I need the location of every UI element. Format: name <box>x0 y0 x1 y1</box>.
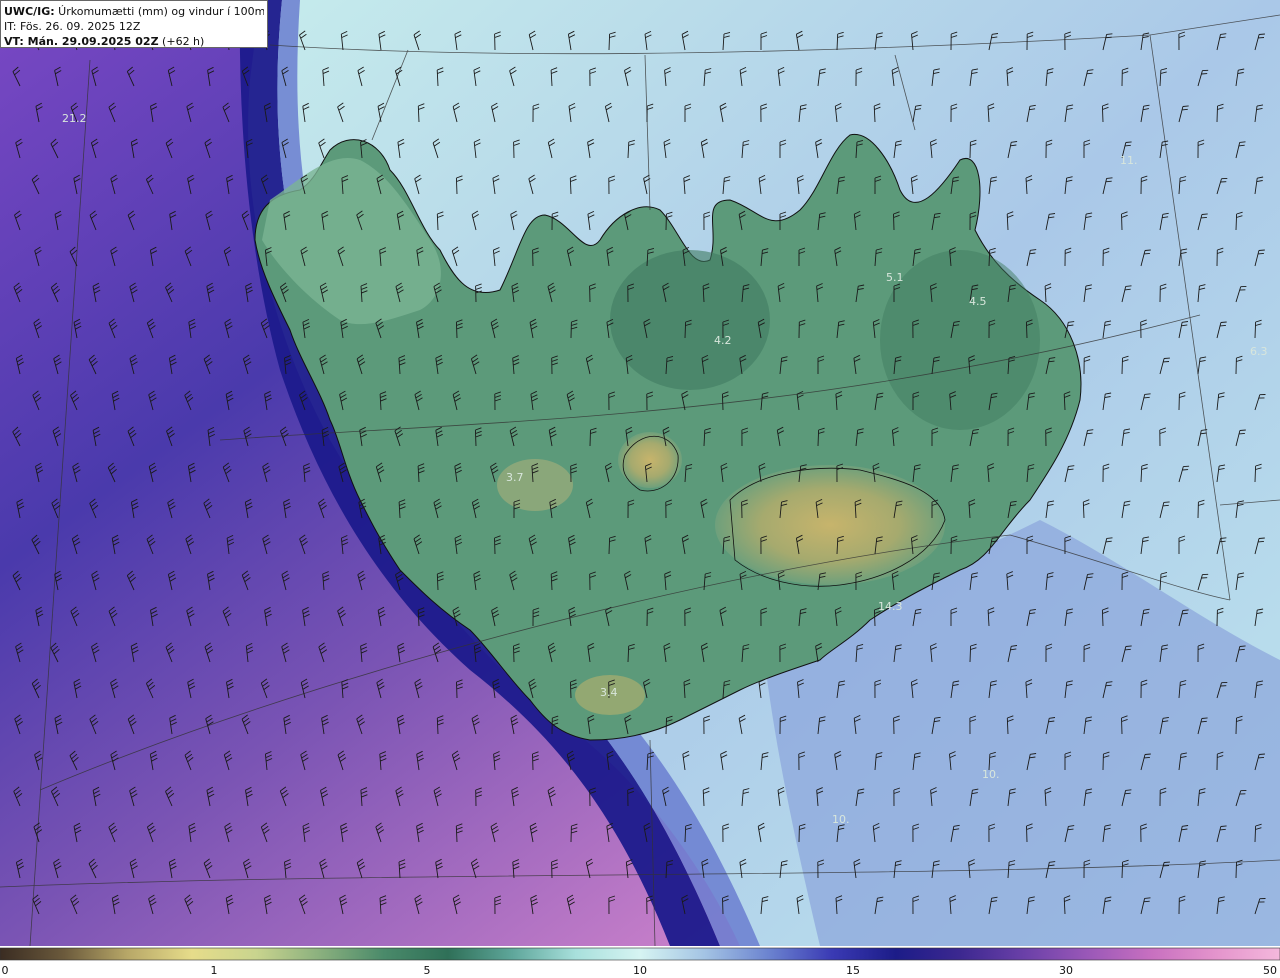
colorbar-tick: 1 <box>210 964 218 977</box>
colorbar: 0 1 5 10 15 30 50 <box>0 946 1280 978</box>
value-label: 5.1 <box>886 271 904 284</box>
value-label: 14.3 <box>878 600 903 613</box>
east-mountains <box>880 250 1040 430</box>
init-time: IT: Fös. 26. 09. 2025 12Z <box>4 20 141 33</box>
value-label: 11. <box>1120 154 1138 167</box>
colorbar-tick: 10 <box>633 964 647 977</box>
langjokull-area <box>497 459 573 511</box>
north-mountains <box>610 250 770 390</box>
value-label: 3.7 <box>506 471 524 484</box>
colorbar-tick: 50 <box>1263 964 1277 977</box>
value-label: 4.5 <box>969 295 987 308</box>
value-label: 21.2 <box>62 112 87 125</box>
map-title: UWC/IG: Úrkomumætti (mm) og vindur í 100… <box>4 4 264 19</box>
value-label: 10. <box>982 768 1000 781</box>
map-title-text: Úrkomumætti (mm) og vindur í 100m hæð <box>58 5 264 18</box>
forecast-map: 21.2 11. 5.1 4.5 4.2 3.7 14.3 3.4 6.3 10… <box>0 0 1280 978</box>
valid-time: VT: Mán. 29.09.2025 02Z (+62 h) <box>4 34 264 49</box>
value-label: 10. <box>832 813 850 826</box>
value-label: 4.2 <box>714 334 732 347</box>
value-label: 6.3 <box>1250 345 1268 358</box>
colorbar-tick: 0 <box>1 964 9 977</box>
lead-time: (+62 h) <box>158 35 205 48</box>
colorbar-gradient <box>0 947 1280 961</box>
colorbar-tick: 5 <box>423 964 431 977</box>
valid-time-bold: VT: Mán. 29.09.2025 02Z <box>4 35 159 48</box>
model-name: UWC/IG: <box>4 5 55 18</box>
precipitation-wind-map: 21.2 11. 5.1 4.5 4.2 3.7 14.3 3.4 6.3 10… <box>0 0 1280 946</box>
forecast-info-box: UWC/IG: Úrkomumætti (mm) og vindur í 100… <box>0 0 268 48</box>
vatnajokull-area <box>715 465 945 585</box>
colorbar-tick: 30 <box>1059 964 1073 977</box>
value-label: 3.4 <box>600 686 618 699</box>
colorbar-tick: 15 <box>846 964 860 977</box>
